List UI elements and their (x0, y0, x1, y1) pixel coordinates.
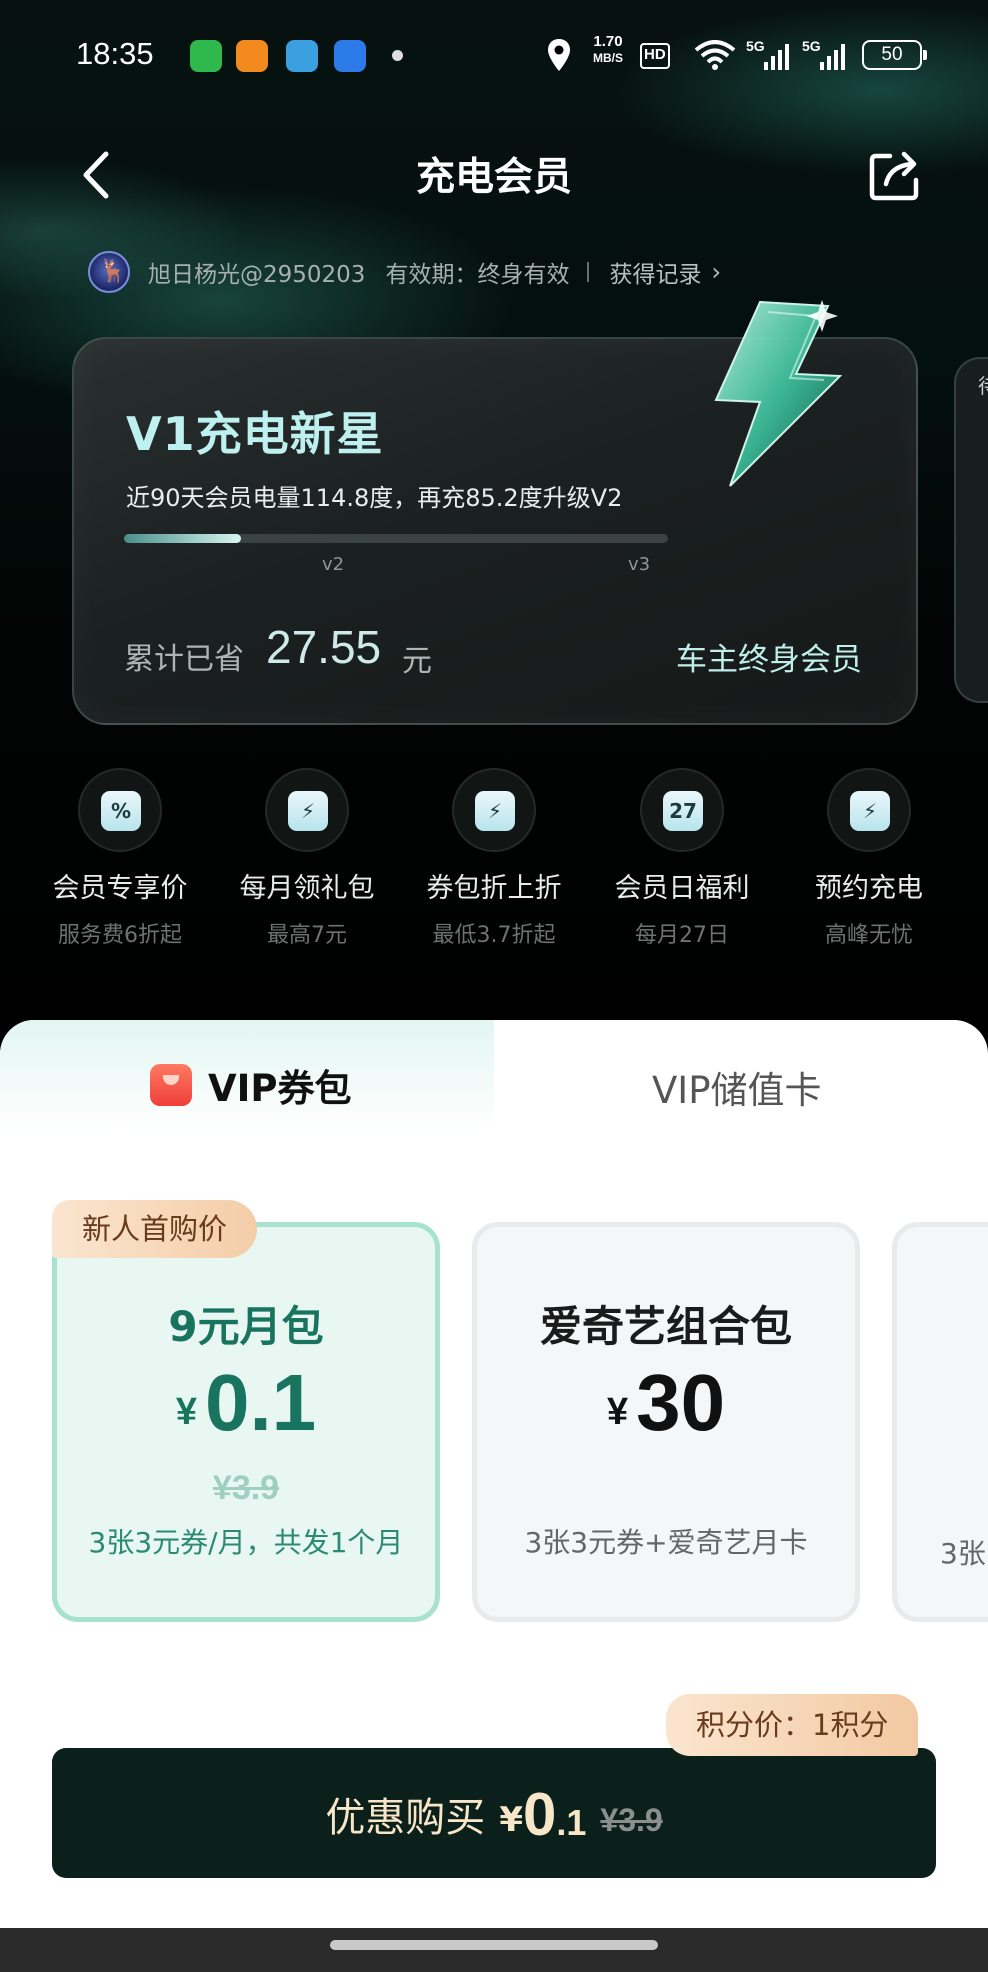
status-time: 18:35 (76, 36, 154, 71)
package-original-price: ¥3.9 (212, 1469, 280, 1507)
benefit-subtitle: 服务费6折起 (58, 923, 182, 948)
benefit-subtitle: 最低3.7折起 (432, 923, 556, 948)
benefit-icon-glyph: ⚡ (475, 791, 515, 831)
level-progress-bar (124, 534, 668, 543)
level-description: 近90天会员电量114.8度，再充85.2度升级V2 (126, 484, 623, 512)
benefit-icon-glyph: % (101, 791, 141, 831)
signal-1-label: 5G (746, 38, 765, 54)
chevron-right-icon[interactable]: › (711, 258, 721, 286)
level-progress-fill (124, 534, 241, 543)
buy-button-label: 优惠购买 (325, 1795, 486, 1841)
package-card-monthly[interactable]: 9元月包 ¥0.1 ¥3.9 3张3元券/月，共发1个月 (52, 1222, 440, 1622)
benefit-member-price[interactable]: % 会员专享价 服务费6折起 (30, 768, 210, 949)
tab-vip-coupon[interactable]: VIP券包 (150, 1058, 352, 1112)
package-price-value: 0.1 (204, 1358, 317, 1447)
record-link[interactable]: 获得记录 (609, 255, 701, 289)
buy-button[interactable]: 优惠购买 ¥0.1 ¥3.9 (52, 1748, 936, 1878)
battery-icon: 50 (862, 40, 927, 70)
diamond-percent-icon: % (78, 768, 162, 852)
package-name: 9元月包 (168, 1302, 324, 1351)
saved-unit: 元 (402, 644, 432, 679)
package-card-iqiyi[interactable]: 爱奇艺组合包 ¥30 3张3元券+爱奇艺月卡 (472, 1222, 860, 1622)
network-speed-unit: MB/S (593, 51, 623, 65)
benefit-icon-glyph: 27 (663, 791, 703, 831)
package-price: ¥30 (477, 1357, 855, 1449)
home-indicator[interactable] (330, 1940, 658, 1950)
buy-price-integer: 0 (522, 1781, 557, 1848)
buy-button-content: 优惠购买 ¥0.1 ¥3.9 (52, 1780, 936, 1849)
share-icon[interactable] (868, 148, 922, 202)
benefit-title: 每月领礼包 (239, 873, 375, 904)
benefit-monthly-gift[interactable]: ⚡ 每月领礼包 最高7元 (217, 768, 397, 949)
avatar[interactable]: 🦌 (88, 251, 130, 293)
package-price-value: 30 (636, 1358, 726, 1447)
benefit-title: 会员专享价 (52, 873, 188, 904)
network-speed-value: 1.70 (593, 33, 623, 50)
benefit-subtitle: 最高7元 (267, 923, 347, 948)
tick-v3: v3 (628, 554, 651, 575)
benefit-coupon-discount[interactable]: ⚡ 券包折上折 最低3.7折起 (404, 768, 584, 949)
package-price: ¥0.1 (57, 1357, 435, 1449)
tick-v2: v2 (322, 554, 345, 575)
benefit-title: 券包折上折 (426, 873, 562, 904)
level-title: V1充电新星 (126, 407, 384, 461)
package-description: 3张3元券/月，共发1个月 (88, 1526, 404, 1559)
membership-type-label: 车主终身会员 (676, 642, 862, 678)
buy-original-price: ¥3.9 (600, 1802, 663, 1838)
signal-bars-2-icon (820, 44, 845, 70)
member-info-row: 🦌 旭日杨光@2950203 有效期：终身有效 获得记录 › (88, 250, 721, 294)
hd-icon: HD (640, 43, 670, 69)
messages-app-icon (190, 40, 222, 72)
tab-vip-coupon-label: VIP券包 (208, 1067, 352, 1110)
calendar-icon: 27 (640, 768, 724, 852)
currency-symbol: ¥ (606, 1391, 629, 1433)
lightning-bolt-icon (714, 300, 843, 487)
browser-app-icon (334, 40, 366, 72)
package-description: 3张3元券+爱奇艺月卡 (524, 1526, 808, 1559)
currency-symbol: ¥ (175, 1391, 197, 1433)
benefit-title: 会员日福利 (614, 873, 750, 904)
saved-value: 27.55 (266, 621, 382, 673)
benefit-subtitle: 高峰无忧 (824, 923, 913, 948)
next-level-card-label: 待 (978, 370, 988, 399)
points-price-badge: 积分价：1积分 (666, 1694, 919, 1756)
signal-bars-1-icon (764, 44, 789, 70)
user-name: 旭日杨光@2950203 (148, 262, 366, 288)
benefit-subtitle: 每月27日 (635, 923, 729, 948)
gift-icon: ⚡ (265, 768, 349, 852)
video-app-icon (236, 40, 268, 72)
page-title: 充电会员 (415, 155, 572, 200)
buy-currency-symbol: ¥ (499, 1800, 523, 1840)
next-level-card[interactable] (954, 357, 988, 703)
saved-label: 累计已省 (124, 642, 244, 677)
validity-text: 有效期：终身有效 (385, 262, 570, 288)
deer-icon: 🦌 (99, 259, 127, 284)
alarm-clock-icon: ⚡ (827, 768, 911, 852)
red-packet-icon (150, 1064, 192, 1106)
location-icon (548, 39, 570, 71)
status-bar: 18:35 1.70 MB/S HD 5G 5G 50 (0, 0, 988, 110)
wifi-icon (694, 40, 736, 70)
benefit-icon-glyph: ⚡ (288, 791, 328, 831)
telegram-app-icon (286, 40, 318, 72)
benefit-icon-glyph: ⚡ (850, 791, 890, 831)
benefit-title: 预约充电 (815, 873, 923, 904)
system-navigation-bar (0, 1928, 988, 1972)
new-user-price-badge: 新人首购价 (52, 1200, 258, 1258)
package-name: 爱奇艺组合包 (539, 1302, 792, 1351)
benefit-reserve-charging[interactable]: ⚡ 预约充电 高峰无忧 (779, 768, 959, 949)
divider (587, 262, 590, 282)
purchase-sheet: VIP券包 VIP储值卡 9元月包 ¥0.1 ¥3.9 3张3元券/月，共发1个… (0, 1020, 988, 1928)
more-notifications-icon (392, 50, 403, 61)
network-speed: 1.70 MB/S (584, 34, 632, 74)
benefit-member-day[interactable]: 27 会员日福利 每月27日 (592, 768, 772, 949)
buy-price-decimal: .1 (556, 1802, 587, 1843)
package-description-partial: 3张 (940, 1537, 986, 1570)
tab-vip-stored-card[interactable]: VIP储值卡 (652, 1060, 822, 1114)
coupon-icon: ⚡ (452, 768, 536, 852)
signal-2-label: 5G (802, 38, 821, 54)
